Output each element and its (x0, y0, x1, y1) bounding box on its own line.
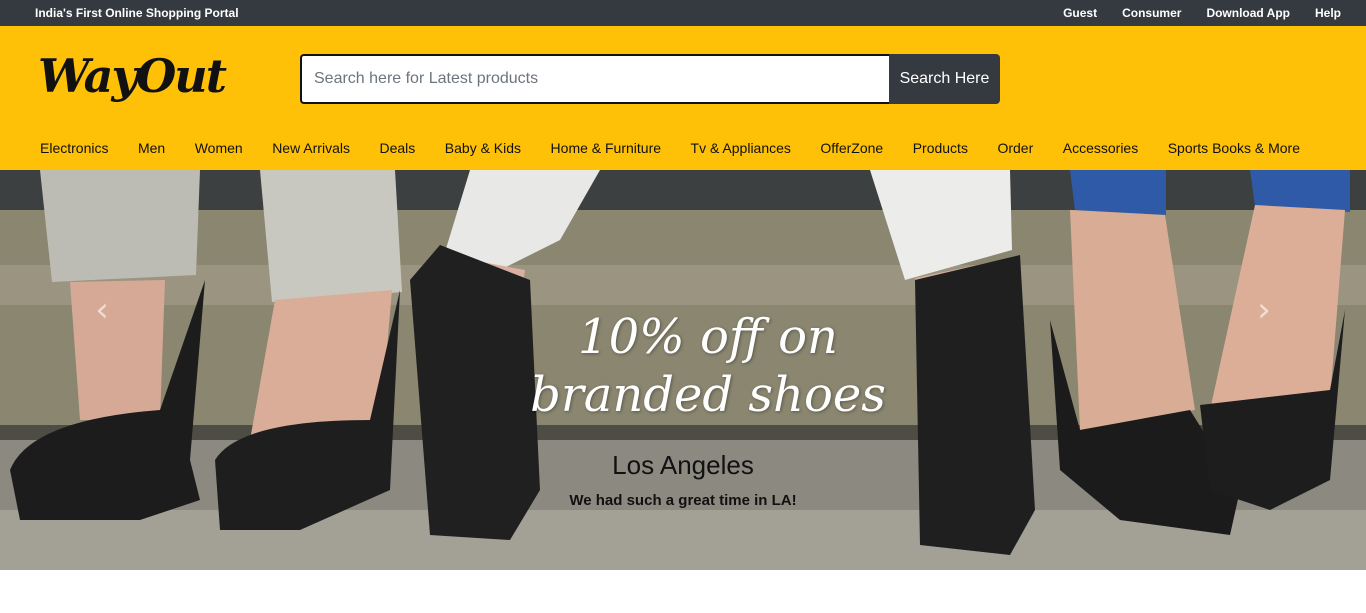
category-order[interactable]: Order (997, 140, 1033, 158)
search-form: Search Here (300, 54, 1000, 104)
carousel-caption-text: We had such a great time in LA! (569, 492, 797, 509)
category-offerzone[interactable]: OfferZone (820, 140, 883, 158)
site-header: WayOut Search Here Electronics Men Women… (0, 26, 1366, 170)
chevron-left-icon: ‹ (95, 290, 109, 330)
top-links: Guest Consumer Download App Help (1038, 0, 1341, 26)
site-logo[interactable]: WayOut (38, 46, 227, 106)
help-link[interactable]: Help (1315, 0, 1341, 26)
category-electronics[interactable]: Electronics (40, 140, 108, 158)
hero-heading-line1: 10% off on (578, 309, 838, 365)
guest-link[interactable]: Guest (1063, 0, 1097, 26)
category-tv-appliances[interactable]: Tv & Appliances (691, 140, 791, 158)
hero-heading: 10% off on branded shoes (483, 308, 933, 424)
category-baby-kids[interactable]: Baby & Kids (445, 140, 521, 158)
search-button[interactable]: Search Here (889, 54, 1000, 104)
hero-heading-line2: branded shoes (530, 367, 886, 423)
category-nav: Electronics Men Women New Arrivals Deals… (40, 140, 1330, 158)
carousel-prev-button[interactable]: ‹ (72, 290, 132, 330)
category-new-arrivals[interactable]: New Arrivals (272, 140, 350, 158)
category-accessories[interactable]: Accessories (1063, 140, 1138, 158)
category-women[interactable]: Women (195, 140, 243, 158)
category-sports-books-more[interactable]: Sports Books & More (1168, 140, 1300, 158)
top-bar: India's First Online Shopping Portal Gue… (0, 0, 1366, 26)
category-products[interactable]: Products (913, 140, 968, 158)
chevron-right-icon: › (1257, 290, 1271, 330)
category-men[interactable]: Men (138, 140, 165, 158)
carousel-next-button[interactable]: › (1234, 290, 1294, 330)
download-app-link[interactable]: Download App (1206, 0, 1290, 26)
hero-carousel: ‹ › 10% off on branded shoes Los Angeles… (0, 170, 1366, 570)
category-deals[interactable]: Deals (379, 140, 415, 158)
search-input[interactable] (300, 54, 889, 104)
tagline: India's First Online Shopping Portal (35, 6, 239, 20)
consumer-link[interactable]: Consumer (1122, 0, 1181, 26)
category-home-furniture[interactable]: Home & Furniture (551, 140, 661, 158)
carousel-caption-title: Los Angeles (612, 450, 754, 480)
